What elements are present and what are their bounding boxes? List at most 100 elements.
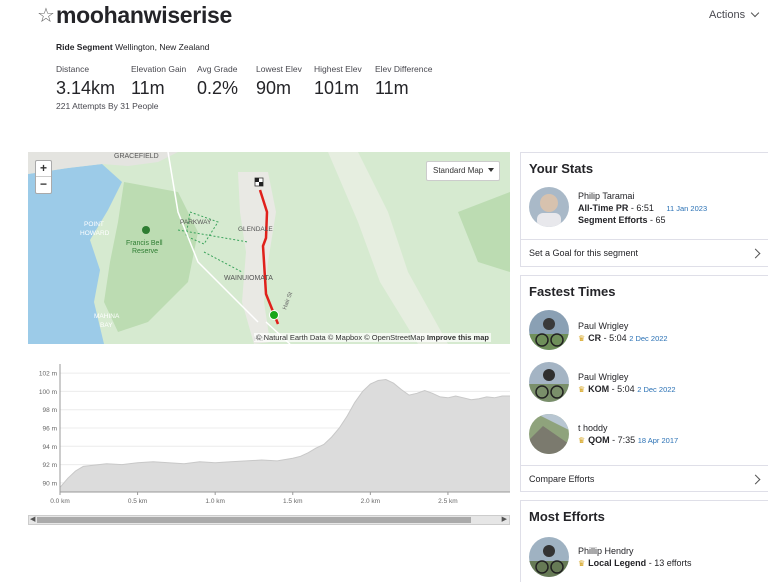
stat-value: 11m <box>375 78 409 98</box>
leader-line: ♛ KOM - 5:04 2 Dec 2022 <box>578 384 676 394</box>
map-label: BAY <box>100 322 113 329</box>
map-label: WAINUIOMATA <box>224 275 273 282</box>
legend-badge: Local Legend <box>588 558 647 568</box>
leaderboard-entry: t hoddy ♛ QOM - 7:35 18 Apr 2017 <box>578 423 678 445</box>
leader-badge: KOM <box>588 384 610 394</box>
map-type-select[interactable]: Standard Map <box>426 161 500 181</box>
map-label: Francis Bell <box>126 240 163 247</box>
stat-distance: Distance 3.14km <box>56 64 115 99</box>
map-label: HOWARD <box>80 230 110 237</box>
elevation-profile[interactable]: 90 m 92 m 94 m 96 m 98 m 100 m 102 m 0.0 km 0.5 … <box>28 360 510 510</box>
zoom-out-button[interactable]: − <box>36 177 51 193</box>
crown-icon: ♛ <box>578 436 586 445</box>
chevron-right-icon[interactable] <box>750 474 761 485</box>
leader-time: 5:04 <box>609 333 627 343</box>
scroll-right-arrow-icon[interactable]: ▶ <box>502 515 507 523</box>
stat-lowest-elev: Lowest Elev 90m <box>256 64 302 99</box>
pr-label: All-Time PR <box>578 203 629 213</box>
crown-icon: ♛ <box>578 334 586 343</box>
star-icon[interactable]: ☆ <box>37 6 55 26</box>
stat-label: Elevation Gain <box>131 64 187 74</box>
efforts-label: Segment Efforts <box>578 215 648 225</box>
divider <box>521 239 768 240</box>
chevron-down-icon <box>750 8 760 18</box>
compare-efforts-link[interactable]: Compare Efforts <box>529 474 594 484</box>
avatar[interactable] <box>529 187 569 227</box>
chart-scrollbar[interactable]: ◀ ▶ <box>28 515 510 525</box>
leader-date[interactable]: 2 Dec 2022 <box>629 334 667 343</box>
x-tick-label: 0.5 km <box>128 498 148 505</box>
map-label: MAHINA <box>94 313 120 320</box>
athlete-name[interactable]: t hoddy <box>578 423 678 433</box>
actions-menu[interactable]: Actions <box>709 8 760 21</box>
y-tick-label: 96 m <box>43 426 57 433</box>
avatar[interactable] <box>529 362 569 402</box>
stat-label: Distance <box>56 64 90 74</box>
stat-elevation-gain: Elevation Gain 11m <box>131 64 186 99</box>
avatar-image <box>529 187 569 227</box>
map-label: Reserve <box>132 248 158 255</box>
leader-date[interactable]: 2 Dec 2022 <box>637 385 675 394</box>
scrollbar-thumb[interactable] <box>37 517 471 523</box>
segment-type: Ride Segment <box>56 42 113 52</box>
x-tick-label: 2.0 km <box>361 498 381 505</box>
leaderboard-entry: Paul Wrigley ♛ KOM - 5:04 2 Dec 2022 <box>578 372 676 394</box>
zoom-in-button[interactable]: + <box>36 161 51 177</box>
stat-highest-elev: Highest Elev 101m <box>314 64 362 99</box>
stat-elev-difference: Elev Difference 11m <box>375 64 432 99</box>
caret-down-icon <box>488 168 495 172</box>
stat-label: Highest Elev <box>314 64 362 74</box>
leader-date[interactable]: 18 Apr 2017 <box>638 436 678 445</box>
attempts-count: 221 Attempts By 31 People <box>56 101 159 111</box>
avatar[interactable] <box>529 310 569 350</box>
pr-date[interactable]: 11 Jan 2023 <box>666 204 707 213</box>
y-tick-label: 92 m <box>43 462 57 469</box>
elevation-chart: 90 m 92 m 94 m 96 m 98 m 100 m 102 m 0.0 km 0.5 … <box>39 364 510 505</box>
y-tick-label: 98 m <box>43 407 57 414</box>
avatar-image <box>529 310 569 350</box>
chevron-right-icon[interactable] <box>750 248 761 259</box>
y-tick-label: 100 m <box>39 389 57 396</box>
set-goal-link[interactable]: Set a Goal for this segment <box>529 248 638 258</box>
pr-value: 6:51 <box>636 203 654 213</box>
most-efforts-entry: Phillip Hendry ♛ Local Legend - 13 effort… <box>578 546 692 568</box>
zoom-control: + − <box>35 160 52 194</box>
fastest-times-title: Fastest Times <box>529 284 616 299</box>
stat-value: 101m <box>314 78 360 98</box>
avatar[interactable] <box>529 537 569 577</box>
leader-time: 5:04 <box>617 384 635 394</box>
most-efforts-panel: Most Efforts Phillip Hendry ♛ Local Legen… <box>520 500 768 582</box>
x-tick-label: 1.5 km <box>283 498 303 505</box>
map-label: GRACEFIELD <box>114 153 159 160</box>
map-label: POINT <box>84 221 104 228</box>
map-attribution: © Natural Earth Data © Mapbox © OpenStre… <box>254 333 491 342</box>
map-type-label: Standard Map <box>433 166 484 175</box>
athlete-name[interactable]: Paul Wrigley <box>578 372 676 382</box>
x-tick-label: 2.5 km <box>438 498 458 505</box>
map-label: PARKWAY <box>180 219 212 226</box>
fastest-times-panel: Fastest Times Paul Wrigley ♛ CR - 5:04 2 … <box>520 275 768 492</box>
segment-meta: Ride Segment Wellington, New Zealand <box>56 42 209 52</box>
y-tick-label: 102 m <box>39 371 57 378</box>
leader-time: 7:35 <box>617 435 636 445</box>
athlete-name[interactable]: Phillip Hendry <box>578 546 692 556</box>
leader-badge: QOM <box>588 435 610 445</box>
improve-map-link[interactable]: Improve this map <box>427 333 489 342</box>
avatar-image <box>529 537 569 577</box>
your-stats-panel: Your Stats Philip Taramai All-Time PR - … <box>520 152 768 267</box>
attribution-text: © Natural Earth Data © Mapbox © OpenStre… <box>256 333 425 342</box>
athlete-name[interactable]: Paul Wrigley <box>578 321 668 331</box>
leader-line: ♛ CR - 5:04 2 Dec 2022 <box>578 333 668 343</box>
elevation-area <box>60 379 510 492</box>
stat-avg-grade: Avg Grade 0.2% <box>197 64 238 99</box>
leader-line: ♛ QOM - 7:35 18 Apr 2017 <box>578 435 679 445</box>
scroll-left-arrow-icon[interactable]: ◀ <box>30 515 35 523</box>
leader-badge: CR <box>588 333 602 343</box>
x-tick-label: 1.0 km <box>205 498 225 505</box>
legend-line: ♛ Local Legend - 13 efforts <box>578 558 692 568</box>
avatar[interactable] <box>529 414 569 454</box>
pr-line: All-Time PR - 6:51 11 Jan 2023 <box>578 203 708 213</box>
park-icon <box>142 226 150 234</box>
athlete-name[interactable]: Philip Taramai <box>578 191 707 201</box>
page-title: moohanwiserise <box>56 2 233 28</box>
